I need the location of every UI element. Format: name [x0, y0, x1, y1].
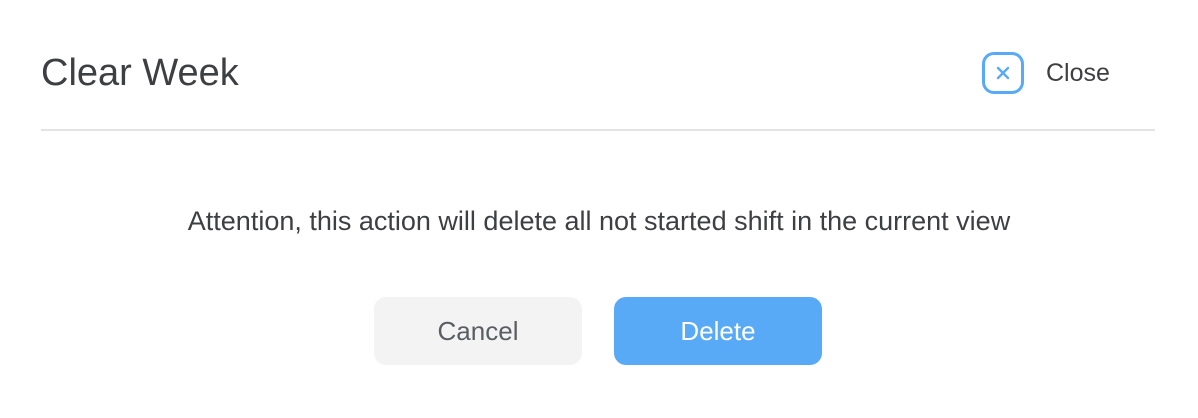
dialog-title: Clear Week	[41, 52, 239, 94]
dialog-header: Clear Week Close	[41, 0, 1155, 131]
cancel-button[interactable]: Cancel	[374, 297, 582, 365]
dialog-message: Attention, this action will delete all n…	[187, 206, 1011, 236]
close-label[interactable]: Close	[1046, 59, 1110, 88]
close-button[interactable]: Close	[982, 50, 1110, 96]
clear-week-dialog: Clear Week Close Attention, this action …	[0, 0, 1198, 418]
close-icon[interactable]	[982, 52, 1024, 94]
delete-button[interactable]: Delete	[614, 297, 822, 365]
